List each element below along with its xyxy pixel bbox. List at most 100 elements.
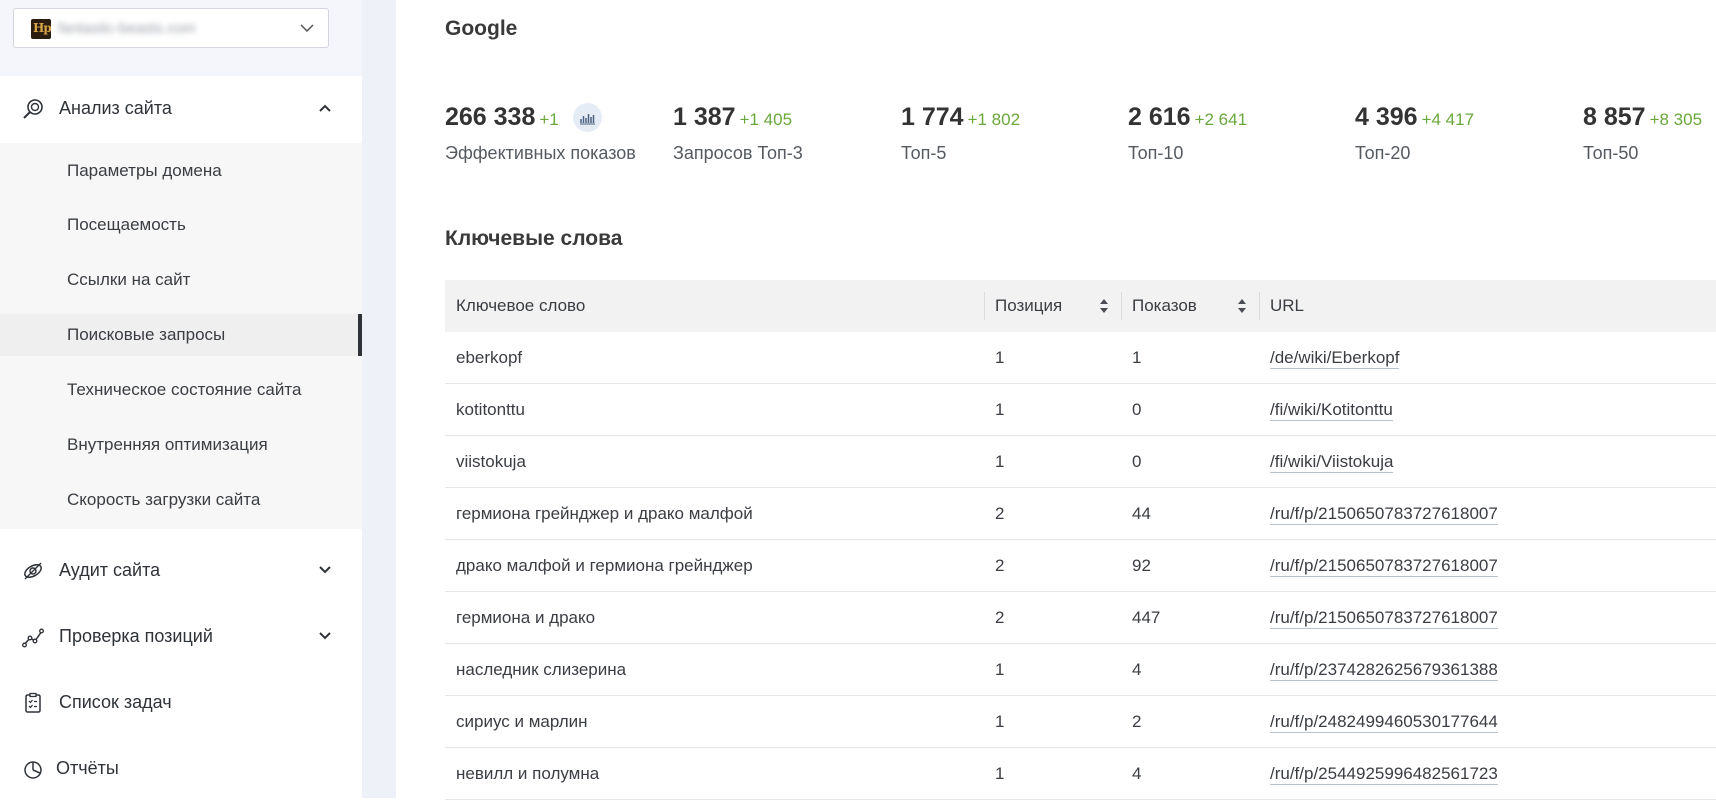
stat-caption: Топ-20 [1355, 143, 1411, 163]
stat-value: 8 857 [1583, 103, 1646, 131]
chevron-down-icon [319, 566, 331, 574]
menu-group-task-list[interactable]: Список задач [0, 670, 364, 736]
url-link[interactable]: /ru/f/p/2150650783727618007 [1270, 555, 1498, 577]
pie-chart-icon [24, 761, 42, 779]
url-link[interactable]: /ru/f/p/2482499460530177644 [1270, 711, 1498, 733]
cell-impressions: 0 [1121, 383, 1259, 436]
menu-group-position-check[interactable]: Проверка позиций [0, 604, 364, 670]
menu-group-label: Список задач [59, 692, 172, 712]
stat-delta: +1 [539, 110, 559, 129]
cell-keyword: сириус и марлин [445, 695, 984, 748]
stat-value: 1 387 [673, 103, 736, 131]
submenu-item-domain-params[interactable]: Параметры домена [0, 143, 362, 185]
submenu-item-onpage[interactable]: Внутренняя оптимизация [0, 417, 362, 459]
url-link[interactable]: /ru/f/p/2150650783727618007 [1270, 503, 1498, 525]
submenu-item-traffic[interactable]: Посещаемость [0, 197, 362, 239]
bar-chart-icon [580, 114, 596, 125]
cell-impressions: 44 [1121, 487, 1259, 540]
cell-impressions: 4 [1121, 643, 1259, 696]
stat-caption: Эффективных показов [445, 143, 636, 163]
sort-icon[interactable] [1237, 298, 1247, 314]
table-row: драко малфой и гермиона грейнджер 2 92 /… [445, 539, 1716, 592]
audit-icon [24, 562, 42, 580]
chevron-down-icon [319, 632, 331, 640]
stat-top20: 4 396 +4 417 Топ-20 [1355, 103, 1474, 163]
submenu-item-tech-state[interactable]: Техническое состояние сайта [0, 362, 362, 404]
stat-delta: +1 802 [967, 110, 1021, 129]
table-row: гермиона грейнджер и драко малфой 2 44 /… [445, 487, 1716, 540]
stat-caption: Топ-50 [1583, 143, 1639, 163]
cell-keyword: гермиона и драко [445, 591, 984, 644]
column-header-label: Позиция [995, 296, 1063, 315]
cell-url: /fi/wiki/Viistokuja [1259, 435, 1716, 488]
stat-value: 4 396 [1355, 103, 1418, 131]
cell-url: /ru/f/p/2150650783727618007 [1259, 487, 1716, 540]
cell-url: /ru/f/p/2482499460530177644 [1259, 695, 1716, 748]
column-header-position[interactable]: Позиция [984, 280, 1121, 332]
site-select-dropdown[interactable]: Hp fantastic-beasts.com [13, 8, 329, 48]
cell-position: 2 [984, 539, 1121, 592]
stat-top10: 2 616 +2 641 Топ-10 [1128, 103, 1247, 163]
main-content: Google 266 338 +1 Эффективных показов 1 3… [396, 0, 1716, 800]
cell-keyword: viistokuja [445, 435, 984, 488]
cell-url: /de/wiki/Eberkopf [1259, 332, 1716, 384]
stat-value: 2 616 [1128, 103, 1191, 131]
keywords-section-title: Ключевые слова [445, 227, 623, 250]
keywords-table: Ключевое слово Позиция Показов URL eberk… [445, 280, 1716, 800]
cell-position: 1 [984, 332, 1121, 384]
cell-keyword: kotitonttu [445, 383, 984, 436]
menu-group-site-audit[interactable]: Аудит сайта [0, 538, 364, 604]
task-list-icon [25, 692, 41, 713]
stat-delta: +8 305 [1649, 110, 1703, 129]
sidebar: Hp fantastic-beasts.com Анализ сайта Пар… [0, 0, 364, 798]
chart-button[interactable] [573, 103, 603, 133]
table-row: kotitonttu 1 0 /fi/wiki/Kotitonttu [445, 383, 1716, 436]
cell-url: /ru/f/p/2150650783727618007 [1259, 539, 1716, 592]
cell-position: 1 [984, 747, 1121, 800]
url-link[interactable]: /fi/wiki/Kotitonttu [1270, 399, 1393, 421]
menu-group-site-analysis[interactable]: Анализ сайта [0, 76, 364, 142]
url-link[interactable]: /ru/f/p/2374282625679361388 [1270, 659, 1498, 681]
url-link[interactable]: /fi/wiki/Viistokuja [1270, 451, 1394, 473]
menu-group-label: Отчёты [56, 758, 119, 778]
cell-position: 1 [984, 383, 1121, 436]
stat-value: 266 338 [445, 103, 536, 131]
sort-icon[interactable] [1099, 298, 1109, 314]
chevron-up-icon [319, 104, 331, 112]
cell-impressions: 2 [1121, 695, 1259, 748]
menu-group-reports[interactable]: Отчёты [0, 736, 364, 802]
cell-url: /fi/wiki/Kotitonttu [1259, 383, 1716, 436]
cell-impressions: 0 [1121, 435, 1259, 488]
cell-keyword: гермиона грейнджер и драко малфой [445, 487, 984, 540]
column-header-keyword: Ключевое слово [445, 280, 984, 332]
table-row: гермиона и драко 2 447 /ru/f/p/215065078… [445, 591, 1716, 644]
submenu-item-search-queries[interactable]: Поисковые запросы [0, 314, 362, 356]
submenu-item-backlinks[interactable]: Ссылки на сайт [0, 252, 362, 294]
url-link[interactable]: /ru/f/p/2150650783727618007 [1270, 607, 1498, 629]
cell-keyword: eberkopf [445, 332, 984, 384]
stat-top5: 1 774 +1 802 Топ-5 [901, 103, 1020, 163]
cell-impressions: 4 [1121, 747, 1259, 800]
stat-delta: +1 405 [739, 110, 793, 129]
column-header-label: Показов [1132, 296, 1197, 315]
cell-keyword: наследник слизерина [445, 643, 984, 696]
cell-position: 2 [984, 487, 1121, 540]
stat-top3: 1 387 +1 405 Запросов Топ-3 [673, 103, 803, 163]
url-link[interactable]: /ru/f/p/2544925996482561723 [1270, 763, 1498, 785]
url-link[interactable]: /de/wiki/Eberkopf [1270, 347, 1400, 369]
cell-position: 1 [984, 643, 1121, 696]
submenu-item-label: Посещаемость [67, 215, 186, 234]
stat-top50: 8 857 +8 305 Топ-50 [1583, 103, 1702, 163]
submenu-item-label: Техническое состояние сайта [67, 380, 302, 399]
table-row: наследник слизерина 1 4 /ru/f/p/23742826… [445, 643, 1716, 696]
stat-effective-impressions: 266 338 +1 Эффективных показов [445, 103, 636, 163]
column-header-impressions[interactable]: Показов [1121, 280, 1259, 332]
submenu-item-page-speed[interactable]: Скорость загрузки сайта [0, 472, 362, 514]
column-header-url: URL [1259, 280, 1716, 332]
submenu-item-label: Поисковые запросы [67, 325, 226, 344]
table-row: сириус и марлин 1 2 /ru/f/p/248249946053… [445, 695, 1716, 748]
cell-impressions: 92 [1121, 539, 1259, 592]
submenu-item-label: Внутренняя оптимизация [67, 435, 268, 454]
column-header-label: URL [1270, 296, 1305, 315]
site-logo: Hp [31, 19, 51, 39]
